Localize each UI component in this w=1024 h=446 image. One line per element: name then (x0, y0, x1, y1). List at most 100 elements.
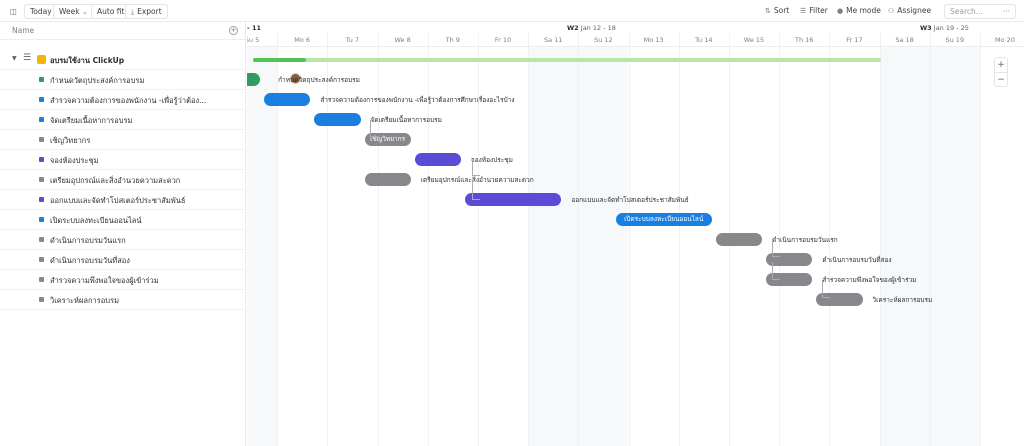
group-progress-bar (253, 58, 306, 62)
task-list-panel: Name + ▼ ☰ อบรมใช้งาน ClickUp กำหนดวัตถุ… (0, 22, 246, 446)
caret-down-icon[interactable]: ▼ (12, 55, 17, 62)
sort-button[interactable]: ⇅ Sort (760, 4, 795, 19)
task-bar-label: ออกแบบและจัดทำโปสเตอร์ประชาสัมพันธ์ (571, 196, 689, 204)
task-row[interactable]: เปิดระบบลงทะเบียนออนไลน์ (0, 210, 246, 230)
assignee-button[interactable]: ⚇ Assignee (883, 4, 937, 19)
day-label: Mo 13 (643, 36, 664, 44)
status-square-icon[interactable] (39, 77, 44, 82)
status-square-icon[interactable] (39, 197, 44, 202)
task-row[interactable]: เตรียมอุปกรณ์และสิ่งอำนวยความสะดวก (0, 170, 246, 190)
search-input[interactable]: Search... ··· (944, 4, 1016, 19)
me-mode-label: Me mode (846, 6, 881, 15)
zoom-control: + − (994, 57, 1008, 87)
task-row[interactable]: กำหนดวัตถุประสงค์การอบรม (0, 70, 246, 90)
add-column-icon[interactable]: + (229, 26, 238, 35)
dependency-line (370, 120, 378, 137)
dependency-line (472, 182, 480, 200)
task-row[interactable]: สำรวจความพึงพอใจของผู้เข้าร่วม (0, 270, 246, 290)
task-name: วิเคราะห์ผลการอบรม (50, 296, 120, 305)
day-label: Th 9 (445, 36, 460, 44)
task-bar[interactable]: เปิดระบบลงทะเบียนออนไลน์ (615, 213, 712, 226)
grid-line (578, 33, 580, 446)
task-bar[interactable] (264, 93, 311, 106)
sort-icon: ⇅ (765, 7, 771, 15)
task-bar-label: สำรวจความต้องการของพนักงาน -เพื่อรู้ว่าต… (320, 96, 515, 104)
zoom-out-button[interactable]: − (995, 72, 1007, 86)
day-label: We 15 (743, 36, 765, 44)
task-bar[interactable] (314, 113, 361, 126)
assignee-label: Assignee (897, 6, 932, 15)
user-icon: ● (837, 7, 844, 15)
task-name: จัดเตรียมเนื้อหาการอบรม (50, 116, 133, 125)
sort-label: Sort (773, 6, 790, 15)
week-label: W2 Jan 12 - 18 (567, 24, 616, 32)
grid-line (628, 33, 630, 446)
status-square-icon[interactable] (39, 257, 44, 262)
filter-button[interactable]: ☰ Filter (795, 4, 833, 19)
weekend-column (578, 47, 629, 446)
task-name: ดำเนินการอบรมวันที่สอง (50, 256, 130, 265)
task-row[interactable]: สำรวจความต้องการของพนักงาน -เพื่อรู้ว่าต… (0, 90, 246, 110)
task-row[interactable]: ดำเนินการอบรมวันที่สอง (0, 250, 246, 270)
users-icon: ⚇ (888, 7, 895, 15)
task-bar-label: จัดเตรียมเนื้อหาการอบรม (370, 116, 442, 124)
task-name: เปิดระบบลงทะเบียนออนไลน์ (50, 216, 142, 225)
week-header: - 11 W2 Jan 12 - 18 W3 Jan 19 - 25 (247, 22, 1024, 33)
group-row[interactable]: ▼ ☰ อบรมใช้งาน ClickUp (0, 50, 246, 70)
week-label: Week (59, 7, 80, 16)
task-row[interactable]: ดำเนินการอบรมวันแรก (0, 230, 246, 250)
status-square-icon[interactable] (39, 117, 44, 122)
task-name: สำรวจความพึงพอใจของผู้เข้าร่วม (50, 276, 159, 285)
task-name: ออกแบบและจัดทำโปสเตอร์ประชาสัมพันธ์ (50, 196, 186, 205)
sidebar-toggle-icon[interactable]: ◫ (10, 4, 17, 19)
day-label: Su 19 (945, 36, 965, 44)
task-bar[interactable] (715, 233, 763, 246)
task-name: เตรียมอุปกรณ์และสิ่งอำนวยความสะดวก (50, 176, 181, 185)
task-bar-label: ดำเนินการอบรมวันแรก (772, 236, 838, 244)
task-row[interactable]: ออกแบบและจัดทำโปสเตอร์ประชาสัมพันธ์ (0, 190, 246, 210)
task-bar-label: วิเคราะห์ผลการอบรม (872, 296, 933, 304)
list-icon: ☰ (23, 53, 32, 63)
autofit-label: Auto fit (97, 7, 125, 16)
filter-label: Filter (809, 6, 828, 15)
dependency-line (472, 160, 480, 176)
filter-icon: ☰ (800, 7, 807, 15)
task-list-header: Name + (0, 22, 246, 40)
task-bar-label: ดำเนินการอบรมวันที่สอง (822, 256, 892, 264)
task-bar[interactable] (414, 153, 461, 166)
status-square-icon[interactable] (39, 137, 44, 142)
task-row[interactable]: เชิญวิทยากร (0, 130, 246, 150)
group-name: อบรมใช้งาน ClickUp (50, 56, 125, 65)
group-summary-bar[interactable] (253, 58, 881, 62)
task-row[interactable]: วิเคราะห์ผลการอบรม (0, 290, 246, 310)
grid-line (929, 33, 931, 446)
status-square-icon[interactable] (39, 157, 44, 162)
today-label: Today (30, 7, 52, 16)
weekend-column (528, 47, 579, 446)
day-label: Su 12 (594, 36, 613, 44)
task-row[interactable]: จัดเตรียมเนื้อหาการอบรม (0, 110, 246, 130)
day-label: Sa 11 (543, 36, 563, 44)
dependency-line (772, 240, 780, 257)
task-bar[interactable] (364, 173, 411, 186)
more-icon[interactable]: ··· (1003, 5, 1010, 18)
status-square-icon[interactable] (39, 97, 44, 102)
status-square-icon[interactable] (39, 297, 44, 302)
day-label: Mo 6 (294, 36, 311, 44)
export-button[interactable]: ⤓ Export (125, 4, 168, 19)
download-icon: ⤓ (131, 8, 135, 16)
task-row[interactable]: จองห้องประชุม (0, 150, 246, 170)
weekend-column (247, 47, 277, 446)
day-label: Th 16 (794, 36, 814, 44)
me-mode-button[interactable]: ● Me mode (832, 4, 886, 19)
export-label: Export (137, 7, 162, 16)
status-square-icon[interactable] (39, 177, 44, 182)
task-bar[interactable] (247, 73, 261, 86)
status-square-icon[interactable] (39, 237, 44, 242)
status-square-icon[interactable] (39, 277, 44, 282)
task-bar-label: กำหนดวัตถุประสงค์การอบรม (278, 76, 360, 84)
status-square-icon[interactable] (39, 217, 44, 222)
zoom-in-button[interactable]: + (995, 58, 1007, 72)
weekend-column (879, 47, 930, 446)
task-name: จองห้องประชุม (50, 156, 99, 165)
